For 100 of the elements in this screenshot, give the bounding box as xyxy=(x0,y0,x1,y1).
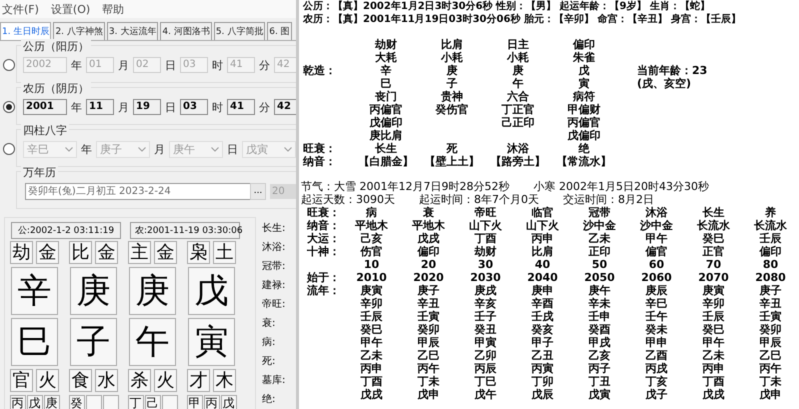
tab[interactable]: 2. 八字神煞 xyxy=(53,22,105,40)
solar-term-text: 小寒 2002年1月5日20时43分30秒 xyxy=(533,180,709,193)
ten-god-tile: 主 xyxy=(128,241,151,264)
tab[interactable]: 4. 河图洛书 xyxy=(160,22,212,40)
table-cell-text: 甲午 xyxy=(360,336,384,349)
table-cell-text: 癸未 xyxy=(644,323,668,336)
table-cell-text: 戊申 xyxy=(758,388,782,401)
table-cell-text: 山下火 xyxy=(468,219,503,232)
table-cell-text: 30 xyxy=(476,258,494,271)
table-cell-text: 伤官 xyxy=(359,245,384,258)
table-cell-text: 2010 xyxy=(355,271,388,284)
ten-god-tile: 火 xyxy=(36,369,59,392)
table-cell-text: 庚戌 xyxy=(474,284,498,297)
table-cell-text: 2030 xyxy=(469,271,502,284)
table-cell-text: 癸卯 xyxy=(416,323,440,336)
chart-cell-text: 【路旁土】 xyxy=(490,155,546,168)
input-field[interactable]: 03 xyxy=(180,99,208,115)
table-cell-text: 长流水 xyxy=(696,219,731,232)
chart-cell-text: 日主 xyxy=(506,38,530,51)
ten-god-tile: 金 xyxy=(36,241,59,264)
unit-label: 年 xyxy=(81,142,92,156)
stage-label: 病: xyxy=(262,336,276,350)
tab[interactable]: 3. 大运流年 xyxy=(106,22,158,40)
note-text: (戌、亥空) xyxy=(636,77,692,90)
luck-start-text: 起运时间：8年7个月0天 xyxy=(419,193,539,206)
radio-button[interactable] xyxy=(3,59,15,71)
chart-cell-text: 死 xyxy=(445,142,458,155)
table-cell-text: 壬辰 xyxy=(758,232,782,245)
table-cell-text: 乙酉 xyxy=(644,349,668,362)
chart-cell-text: 甲偏财 xyxy=(566,103,602,116)
input-field[interactable]: 19 xyxy=(133,99,161,115)
table-cell-text: 辛卯 xyxy=(360,297,384,310)
input-field[interactable]: 42 xyxy=(274,99,296,115)
table-cell-text: 偏印 xyxy=(758,245,782,258)
table-cell-text: 癸丑 xyxy=(473,323,498,336)
unit-label: 月 xyxy=(118,58,129,72)
chart-cell-text: 丧门 xyxy=(374,90,398,103)
menu-item[interactable]: 文件(F) xyxy=(2,2,39,16)
unit-label: 月 xyxy=(118,100,129,114)
table-cell-text: 比肩 xyxy=(530,245,554,258)
input-field[interactable]: 2001 xyxy=(23,99,67,115)
chart-cell-text: 贵神 xyxy=(440,90,464,103)
menu-item[interactable]: 设置(O) xyxy=(50,2,90,16)
table-cell-text: 丙午 xyxy=(416,362,440,375)
ten-god-tile: 杀 xyxy=(128,369,151,392)
table-cell-text: 庚辰 xyxy=(644,284,668,297)
chart-cell-text: 庚 xyxy=(446,64,458,77)
ten-god-tile: 火 xyxy=(154,369,177,392)
solar-time: 公:2002-1-2 03:11:19 xyxy=(11,222,121,239)
stage-label: 死: xyxy=(262,355,276,369)
chart-cell-text: 偏印 xyxy=(572,38,596,51)
unit-label: 月 xyxy=(154,142,165,156)
row-label: 纳音： xyxy=(307,219,341,232)
tab[interactable]: 1. 生日时辰 xyxy=(0,22,52,40)
ten-god-tile: 金 xyxy=(154,241,177,264)
table-cell-text: 正官 xyxy=(702,245,726,258)
input-field[interactable]: 11 xyxy=(86,99,114,115)
ten-god-tile: 金 xyxy=(95,241,118,264)
table-cell-text: 戊寅 xyxy=(588,388,612,401)
table-cell-text: 辛未 xyxy=(588,297,612,310)
hidden-stem-tile: 戊 xyxy=(26,395,42,409)
radio-button[interactable] xyxy=(3,101,15,113)
row-label: 旺衰： xyxy=(307,206,341,219)
menu-item[interactable]: 帮助 xyxy=(102,2,124,16)
table-cell-text: 庚寅 xyxy=(702,284,726,297)
tab[interactable]: 5. 八字简批 xyxy=(214,22,266,40)
table-cell-text: 壬寅 xyxy=(416,310,440,323)
table-cell-text: 乙亥 xyxy=(588,349,612,362)
table-cell-text: 平地木 xyxy=(354,219,389,232)
table-cell-text: 丙子 xyxy=(588,362,612,375)
radio-button[interactable] xyxy=(3,143,15,155)
input-field[interactable]: 41 xyxy=(227,99,255,115)
group-title: 公历（阳历） xyxy=(21,39,91,54)
table-cell-text: 乙未 xyxy=(588,232,612,245)
table-cell-text: 帝旺 xyxy=(474,206,498,219)
table-cell-text: 20 xyxy=(420,258,438,271)
note-text: 当前年龄：23 xyxy=(636,64,708,77)
group-title: 万年历 xyxy=(21,165,58,180)
table-cell-text: 沐浴 xyxy=(644,206,668,219)
unit-label: 时 xyxy=(212,58,223,72)
row-label: 流年： xyxy=(307,284,341,297)
chart-cell-text: 小耗 xyxy=(440,51,464,64)
browse-button[interactable]: ... xyxy=(250,182,266,200)
tab[interactable]: 6. 图 xyxy=(267,22,292,40)
stem-tile: 庚 xyxy=(70,267,117,315)
table-cell-text: 沙中金 xyxy=(582,219,617,232)
table-cell-text: 戊申 xyxy=(416,388,440,401)
table-cell-text: 2060 xyxy=(640,271,673,284)
table-cell-text: 戊戌 xyxy=(702,388,726,401)
table-cell-text: 甲申 xyxy=(644,336,668,349)
chart-cell-text: 己正印 xyxy=(500,116,536,129)
hidden-stem-tile: 戊 xyxy=(220,395,236,409)
chart-cell-text: 寅 xyxy=(578,77,590,90)
stem-tile: 庚 xyxy=(129,267,176,315)
chart-cell-text: 朱雀 xyxy=(572,51,596,64)
group-title: 农历（阴历） xyxy=(21,81,91,96)
chart-cell-text: 劫财 xyxy=(374,38,398,51)
table-cell-text: 辛丑 xyxy=(416,297,440,310)
date-field[interactable]: 癸卯年(兔)二月初五 2023-2-24 xyxy=(25,182,251,200)
hidden-stem-tile: 丙 xyxy=(204,395,220,409)
